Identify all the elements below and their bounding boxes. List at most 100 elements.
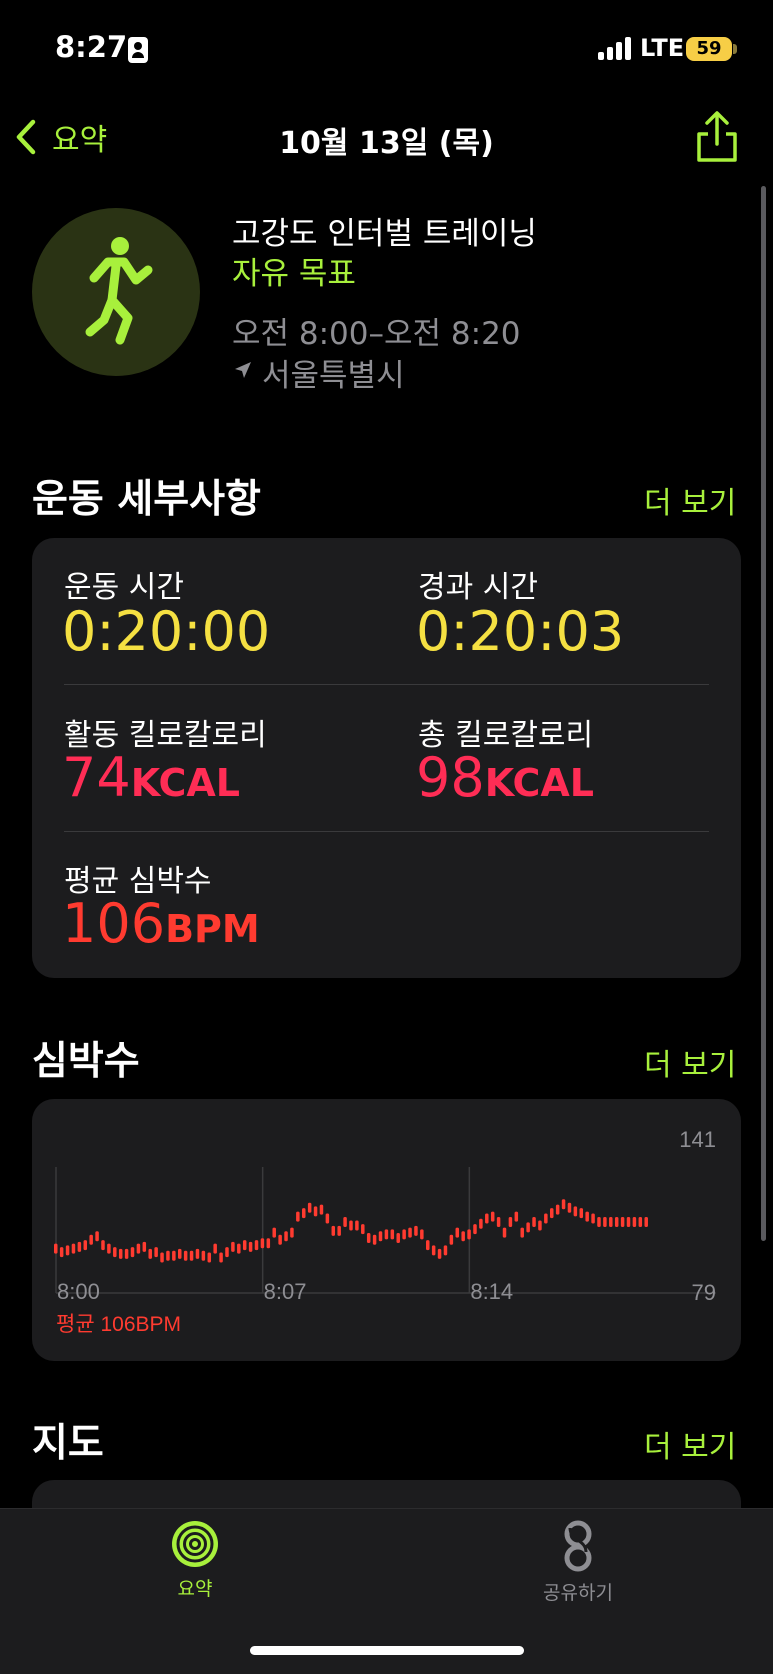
page-title: 10월 13일 (목) — [279, 126, 494, 161]
heart-rate-point — [443, 1245, 448, 1256]
activity-rings-icon — [172, 1521, 218, 1567]
battery-tip — [733, 44, 737, 54]
heart-rate-point — [166, 1250, 170, 1261]
heart-rate-point — [579, 1208, 584, 1219]
heart-rate-point — [355, 1220, 359, 1231]
details-card: 운동 시간 0:20:00 경과 시간 0:20:03 활동 킬로칼로리 74K… — [32, 538, 741, 978]
heart-rate-point — [213, 1243, 217, 1254]
scrollbar[interactable] — [761, 186, 766, 1241]
heart-rate-point — [331, 1225, 336, 1236]
heart-rate-point — [248, 1241, 253, 1252]
heart-rate-point — [71, 1243, 76, 1254]
heart-rate-point — [89, 1234, 93, 1245]
active-kcal-value: 74 — [62, 746, 131, 809]
heart-rate-point — [402, 1229, 406, 1240]
heart-rate-point — [101, 1240, 105, 1251]
heart-rate-point — [467, 1229, 471, 1240]
heart-rate-point — [396, 1232, 400, 1243]
avg-hr-value: 106 — [62, 892, 166, 955]
heart-rate-point — [550, 1208, 554, 1219]
heart-rate-point — [207, 1252, 212, 1263]
heart-rate-point — [632, 1217, 637, 1227]
heart-rate-point — [408, 1227, 412, 1238]
chart-series — [54, 1199, 648, 1263]
heart-rate-point — [426, 1240, 430, 1251]
details-more-link[interactable]: 더 보기 — [644, 478, 736, 522]
x-tick-label: 8:00 — [57, 1279, 100, 1304]
heart-rate-point — [502, 1227, 507, 1238]
heart-rate-point — [302, 1208, 306, 1219]
tab-share-label: 공유하기 — [543, 1582, 613, 1604]
heart-rate-point — [54, 1243, 58, 1254]
heart-rate-point — [614, 1217, 619, 1227]
share-icon[interactable] — [694, 110, 740, 164]
heart-rate-point — [284, 1231, 288, 1242]
heart-rate-point — [178, 1248, 182, 1259]
heart-rate-point — [142, 1241, 147, 1252]
heart-rate-point — [514, 1211, 519, 1222]
heart-rate-point — [455, 1227, 460, 1238]
avg-hr-metric: 106BPM — [62, 892, 260, 955]
network-label: LTE — [640, 34, 685, 62]
tab-summary[interactable]: 요약 — [150, 1520, 240, 1600]
heart-rate-point — [325, 1213, 330, 1224]
heart-rate-point — [390, 1229, 395, 1240]
battery-icon: 59 — [686, 37, 732, 61]
home-indicator[interactable] — [250, 1646, 524, 1655]
heart-rate-point — [195, 1248, 200, 1259]
workout-time-value: 0:20:00 — [62, 600, 271, 663]
heart-rate-point — [597, 1217, 601, 1227]
average-hr-label: 평균 106BPM — [56, 1313, 181, 1336]
heart-rate-point — [490, 1211, 495, 1222]
workout-name: 고강도 인터벌 트레이닝 — [232, 216, 537, 252]
heart-rate-point — [603, 1217, 607, 1227]
details-section-title: 운동 세부사항 — [32, 477, 261, 522]
heart-rate-point — [319, 1204, 324, 1215]
heart-rate-point — [172, 1250, 176, 1261]
x-tick-label: 8:14 — [470, 1279, 513, 1304]
heart-rate-point — [231, 1241, 235, 1252]
heart-rate-point — [337, 1225, 341, 1236]
sharing-icon — [564, 1520, 592, 1572]
active-kcal-metric: 74KCAL — [62, 746, 240, 809]
workout-location: 서울특별시 — [262, 358, 405, 394]
heart-rate-point — [266, 1238, 271, 1249]
heart-rate-chart: 141 79 8:00 8:07 8:14 평균 106BPM — [54, 1127, 716, 1336]
heart-rate-point — [349, 1220, 353, 1231]
heart-rate-point — [538, 1220, 542, 1231]
heart-rate-point — [496, 1217, 501, 1227]
tab-share[interactable]: 공유하기 — [528, 1520, 628, 1604]
heart-rate-point — [77, 1241, 82, 1252]
heart-rate-point — [508, 1217, 513, 1227]
heart-rate-point — [485, 1213, 489, 1224]
heart-rate-point — [520, 1227, 524, 1238]
heart-rate-point — [136, 1243, 141, 1254]
map-section-title: 지도 — [32, 1421, 104, 1466]
heart-rate-point — [219, 1252, 223, 1263]
map-more-link[interactable]: 더 보기 — [644, 1422, 736, 1466]
signal-strength-icon — [598, 36, 634, 60]
y-min-label: 79 — [692, 1280, 716, 1305]
heart-rate-point — [437, 1248, 442, 1259]
total-kcal-metric: 98KCAL — [416, 746, 594, 809]
heart-rate-more-link[interactable]: 더 보기 — [644, 1040, 736, 1084]
total-kcal-value: 98 — [416, 746, 485, 809]
heart-rate-point — [113, 1247, 117, 1258]
heart-rate-point — [65, 1245, 70, 1256]
avg-hr-unit: BPM — [165, 907, 260, 951]
heart-rate-point — [189, 1250, 194, 1261]
heart-rate-point — [626, 1217, 631, 1227]
workout-time-range: 오전 8:00–오전 8:20 — [232, 316, 521, 352]
heart-rate-point — [290, 1227, 294, 1238]
heart-rate-point — [644, 1217, 648, 1227]
elapsed-time-value: 0:20:03 — [416, 600, 625, 663]
heart-rate-point — [201, 1250, 206, 1261]
heart-rate-point — [95, 1231, 99, 1242]
heart-rate-point — [555, 1204, 560, 1215]
location-arrow-icon — [235, 362, 251, 378]
heart-rate-point — [591, 1213, 595, 1224]
heart-rate-point — [573, 1206, 578, 1217]
heart-rate-point — [148, 1248, 152, 1259]
x-tick-label: 8:07 — [264, 1279, 307, 1304]
status-time: 8:27 — [55, 30, 128, 64]
